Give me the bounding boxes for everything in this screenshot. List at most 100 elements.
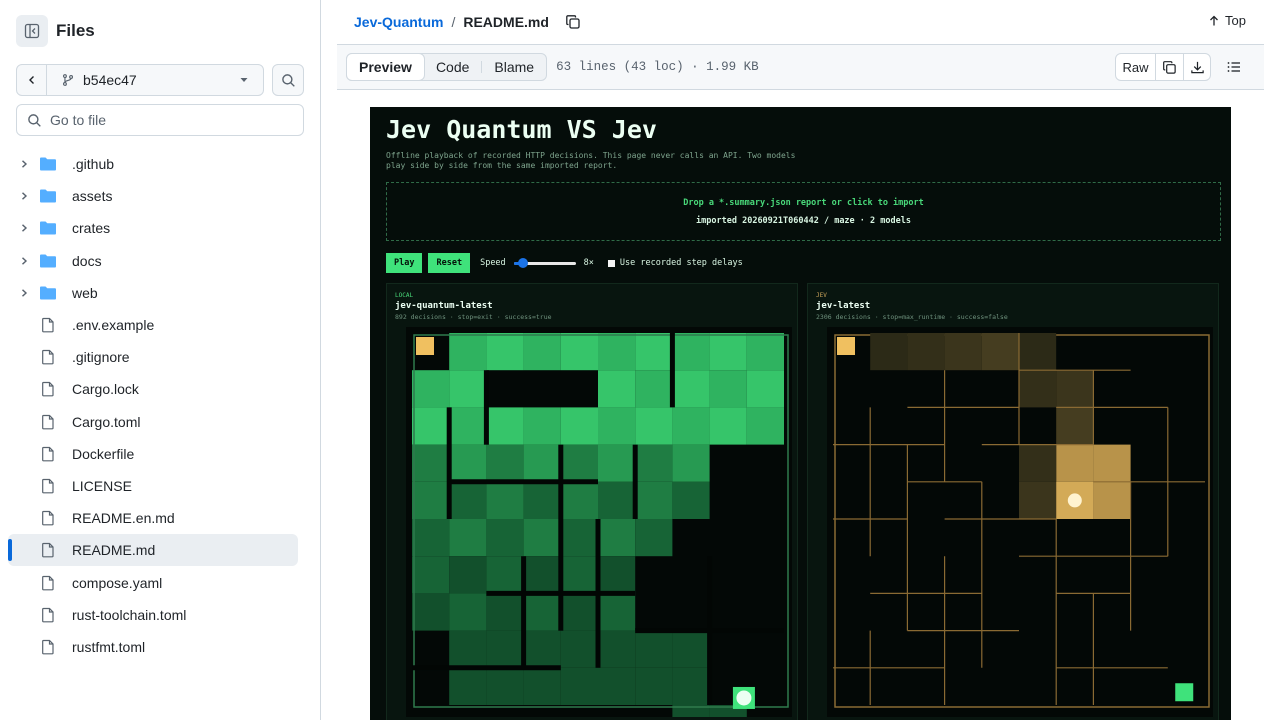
- tree-item-cargo-lock[interactable]: Cargo.lock: [8, 373, 298, 405]
- maze-cell: [598, 407, 636, 445]
- sidebar-header: Files: [16, 15, 95, 47]
- tree-item-rust-toolchain-toml[interactable]: rust-toolchain.toml: [8, 599, 298, 631]
- reset-button: Reset: [428, 253, 471, 273]
- maze-cell: [449, 667, 487, 705]
- tree-item-label: rustfmt.toml: [72, 638, 146, 655]
- file-tree: .github assets crates docs web .env.example .g…: [8, 148, 298, 663]
- tree-item-label: docs: [72, 252, 102, 269]
- file-icon: [42, 382, 54, 397]
- breadcrumb-repo-link[interactable]: Jev-Quantum: [354, 14, 443, 30]
- expand-chevron[interactable]: [16, 159, 32, 169]
- copy-icon: [566, 15, 580, 29]
- maze-cell: [598, 630, 636, 668]
- expand-chevron[interactable]: [16, 191, 32, 201]
- maze-agent: [736, 690, 752, 706]
- panel-stats: 892 decisions · stop=exit · success=true: [395, 313, 552, 321]
- maze-cell: [635, 444, 673, 482]
- tree-item-env-example[interactable]: .env.example: [8, 309, 298, 341]
- maze-cell: [746, 333, 784, 371]
- maze-cell: [598, 593, 636, 631]
- maze-cell: [560, 556, 598, 594]
- tree-item-assets[interactable]: assets: [8, 180, 298, 212]
- chevron-right-icon: [22, 289, 28, 297]
- tree-item-rustfmt-toml[interactable]: rustfmt.toml: [8, 631, 298, 663]
- tree-item-license[interactable]: LICENSE: [8, 470, 298, 502]
- tree-item-dockerfile[interactable]: Dockerfile: [8, 438, 298, 470]
- chevron-right-icon: [22, 224, 28, 233]
- maze-cell: [412, 444, 450, 482]
- maze-cell: [598, 556, 636, 594]
- view-mode-tabs: Preview Code Blame: [346, 53, 548, 81]
- search-files-button[interactable]: [272, 64, 304, 96]
- file-icon: [42, 414, 54, 429]
- file-toolbar: Preview Code Blame 63 lines (43 loc) · 1…: [337, 45, 1264, 90]
- tree-item-cargo-toml[interactable]: Cargo.toml: [8, 406, 298, 438]
- file-icon-wrap: [40, 317, 56, 333]
- go-to-file-input[interactable]: [50, 112, 290, 128]
- tree-item-label: LICENSE: [72, 477, 132, 494]
- file-icon-wrap: [40, 446, 56, 462]
- tab-blame[interactable]: Blame: [482, 54, 546, 80]
- maze-cell: [746, 370, 784, 408]
- maze-cell: [523, 519, 561, 557]
- tree-item-label: rust-toolchain.toml: [72, 606, 187, 623]
- download-button[interactable]: [1183, 54, 1210, 80]
- tree-item-label: .github: [72, 156, 115, 173]
- maze-cell: [672, 370, 710, 408]
- step-delays-checkbox: [607, 259, 615, 267]
- maze-cell: [907, 333, 945, 371]
- maze-cell: [598, 481, 636, 519]
- branch-dropdown[interactable]: b54ec47: [47, 72, 263, 88]
- copy-raw-button[interactable]: [1156, 54, 1183, 80]
- tree-item-github[interactable]: .github: [8, 148, 298, 180]
- maze-cell: [635, 519, 673, 557]
- file-icon-wrap: [40, 478, 56, 494]
- tree-item-web[interactable]: web: [8, 277, 298, 309]
- maze-cell: [560, 630, 598, 668]
- expand-chevron[interactable]: [16, 288, 32, 298]
- tree-item-gitignore[interactable]: .gitignore: [8, 341, 298, 373]
- file-icon-wrap: [40, 607, 56, 623]
- back-button[interactable]: [17, 65, 47, 95]
- maze-cell: [709, 370, 747, 408]
- folder-icon: [40, 254, 56, 268]
- back-to-top-button[interactable]: Top: [1208, 13, 1246, 28]
- copy-icon: [1163, 60, 1176, 74]
- file-icon-wrap: [40, 349, 56, 365]
- maze-cell: [672, 481, 710, 519]
- raw-button[interactable]: Raw: [1116, 54, 1156, 80]
- file-icon: [42, 511, 54, 526]
- file-header: Jev-Quantum / README.md Top: [337, 0, 1264, 45]
- chevron-right-icon: [22, 160, 28, 168]
- tree-item-docs[interactable]: docs: [8, 245, 298, 277]
- maze-cell: [635, 370, 673, 408]
- maze-cell: [412, 593, 450, 631]
- tree-item-compose-yaml[interactable]: compose.yaml: [8, 566, 298, 598]
- maze-cell: [449, 333, 487, 371]
- tree-item-label: web: [72, 284, 98, 301]
- tree-item-label: crates: [72, 220, 111, 237]
- list-unordered-icon: [1227, 62, 1240, 72]
- tree-item-label: compose.yaml: [72, 574, 163, 591]
- maze-cell: [1056, 370, 1094, 408]
- expand-chevron[interactable]: [16, 256, 32, 266]
- outline-button[interactable]: [1224, 57, 1244, 77]
- maze-cell: [1093, 444, 1131, 482]
- caret-down-icon: [240, 78, 248, 82]
- tree-item-readme-md[interactable]: README.md: [8, 534, 298, 567]
- maze-cell: [560, 667, 598, 705]
- maze-cell: [598, 370, 636, 408]
- tab-preview[interactable]: Preview: [346, 53, 425, 81]
- maze-cell: [1056, 407, 1094, 445]
- copy-path-button[interactable]: [563, 12, 583, 32]
- expand-chevron[interactable]: [16, 223, 32, 233]
- maze-cell: [1019, 481, 1057, 519]
- tab-code[interactable]: Code: [424, 54, 481, 80]
- collapse-sidebar-button[interactable]: [16, 15, 48, 47]
- file-icon: [42, 575, 54, 590]
- step-delays-label: Use recorded step delays: [619, 258, 743, 268]
- tree-item-readme-en-md[interactable]: README.en.md: [8, 502, 298, 534]
- preview-title: Jev Quantum VS Jev: [386, 115, 657, 144]
- tree-item-crates[interactable]: crates: [8, 212, 298, 244]
- top-label: Top: [1225, 13, 1246, 28]
